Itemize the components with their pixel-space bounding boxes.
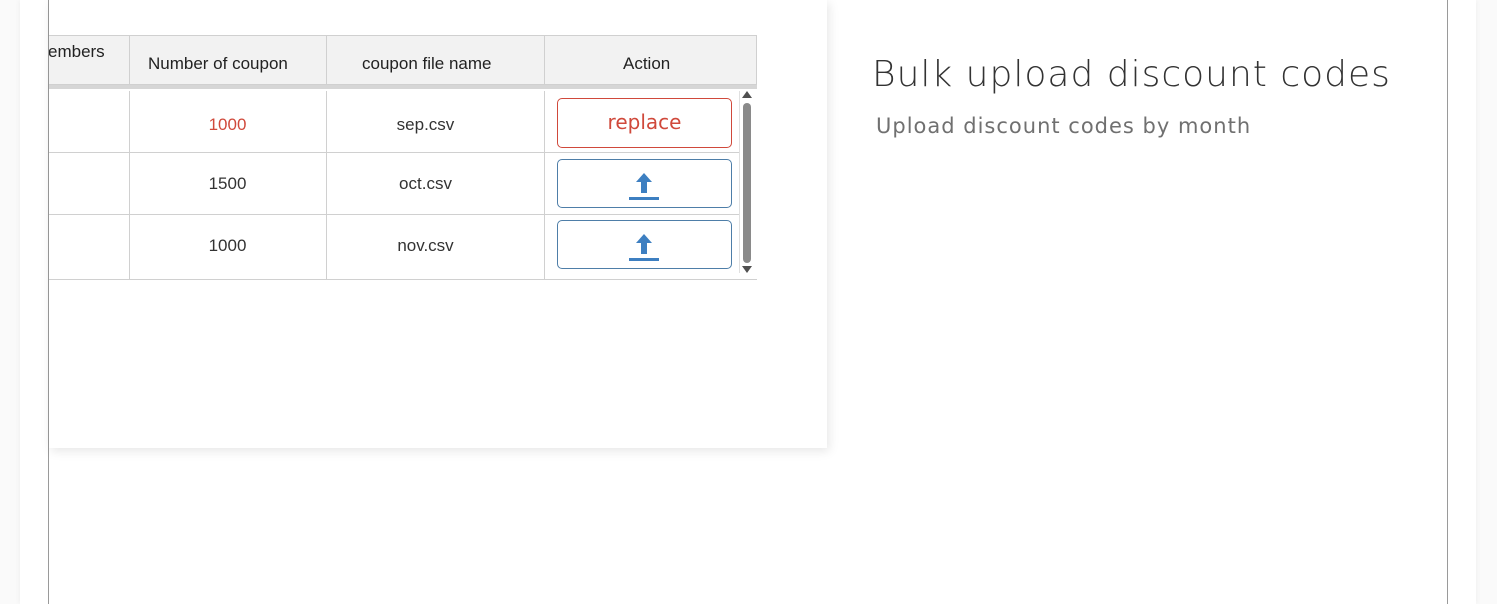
cell-coupon-count: 1500 bbox=[129, 153, 327, 214]
cell-action bbox=[545, 153, 739, 214]
cell-members bbox=[49, 215, 130, 279]
coupon-table-card: embers Number of coupon coupon file name… bbox=[49, 0, 827, 448]
table-row: 1000 nov.csv bbox=[49, 215, 739, 279]
coupon-table: embers Number of coupon coupon file name… bbox=[49, 35, 757, 280]
header-coupon-file-name: coupon file name bbox=[327, 36, 545, 84]
header-members: embers bbox=[49, 36, 130, 84]
header-action: Action bbox=[545, 36, 757, 84]
page-title: Bulk upload discount codes bbox=[872, 54, 1391, 95]
scroll-up-arrow-icon[interactable] bbox=[742, 91, 752, 98]
upload-button[interactable] bbox=[557, 220, 732, 269]
cell-coupon-count: 1000 bbox=[129, 91, 327, 152]
table-scrollbar[interactable] bbox=[739, 91, 756, 273]
scroll-down-arrow-icon[interactable] bbox=[742, 266, 752, 273]
cell-file-name: nov.csv bbox=[327, 215, 545, 279]
table-row: 1000 sep.csv replace bbox=[49, 91, 739, 153]
cell-action bbox=[545, 215, 739, 279]
cell-file-name: oct.csv bbox=[327, 153, 545, 214]
upload-button[interactable] bbox=[557, 159, 732, 208]
replace-button[interactable]: replace bbox=[557, 98, 732, 148]
cell-action: replace bbox=[545, 91, 739, 152]
table-body: 1000 sep.csv replace 1500 oct.csv 1000 n… bbox=[49, 91, 757, 280]
frame-right-border bbox=[1447, 0, 1448, 604]
cell-members bbox=[49, 153, 130, 214]
header-number-of-coupon: Number of coupon bbox=[129, 36, 327, 84]
page-subtitle: Upload discount codes by month bbox=[876, 114, 1252, 138]
scrollbar-thumb[interactable] bbox=[743, 103, 751, 263]
cell-coupon-count: 1000 bbox=[129, 215, 327, 279]
header-divider bbox=[49, 85, 757, 89]
cell-file-name: sep.csv bbox=[327, 91, 545, 152]
upload-icon bbox=[629, 234, 659, 261]
upload-icon bbox=[629, 173, 659, 200]
table-header: embers Number of coupon coupon file name… bbox=[49, 35, 757, 85]
cell-members bbox=[49, 91, 130, 152]
table-row: 1500 oct.csv bbox=[49, 153, 739, 215]
